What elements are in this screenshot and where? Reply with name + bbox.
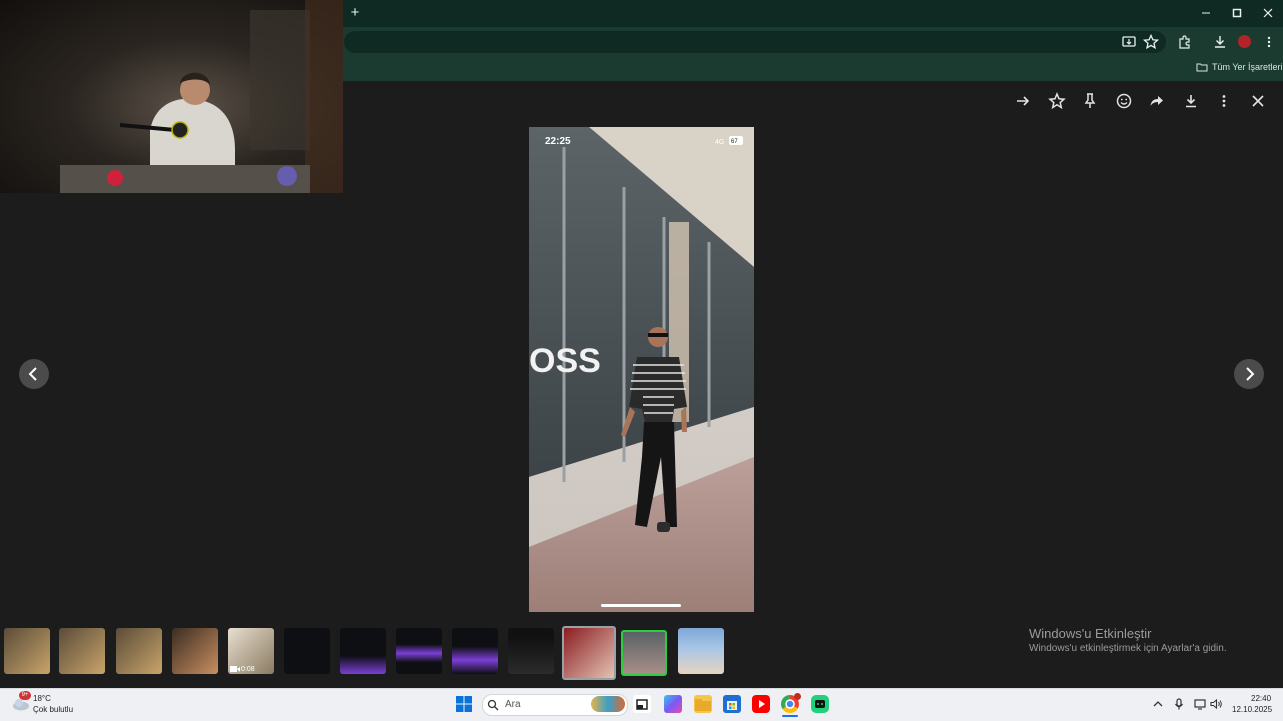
profile-avatar[interactable] xyxy=(1238,35,1251,48)
video-duration: 0:08 xyxy=(241,666,255,673)
filmstrip-thumbnail[interactable] xyxy=(396,628,442,674)
filmstrip-thumbnail[interactable] xyxy=(116,628,162,674)
search-placeholder: Ara xyxy=(505,699,521,710)
close-icon xyxy=(1263,8,1273,18)
arrow-right-icon xyxy=(1017,96,1030,106)
new-tab-button[interactable]: + xyxy=(348,5,362,21)
filmstrip-thumbnail[interactable] xyxy=(340,628,386,674)
forward-action-button[interactable] xyxy=(1013,91,1033,111)
all-bookmarks-label: Tüm Yer İşaretleri xyxy=(1212,62,1283,72)
photo-status-signal: 4G xyxy=(715,139,724,146)
close-icon xyxy=(1252,95,1264,107)
more-vert-icon xyxy=(1267,36,1271,48)
star-icon xyxy=(1142,33,1160,50)
extensions-button[interactable] xyxy=(1176,33,1194,51)
minimize-icon xyxy=(1202,12,1210,14)
close-window-button[interactable] xyxy=(1258,5,1278,21)
emoji-icon xyxy=(1116,93,1132,109)
install-app-button[interactable] xyxy=(1120,33,1138,51)
pin-icon xyxy=(1084,93,1096,108)
task-view-icon xyxy=(636,699,648,710)
folder-icon xyxy=(1196,63,1208,72)
download-action-button[interactable] xyxy=(1181,91,1201,111)
weather-badge: 9+ xyxy=(19,691,31,700)
download-icon xyxy=(1215,36,1225,48)
folder-icon xyxy=(695,699,711,711)
filmstrip-thumbnail-selected[interactable] xyxy=(562,626,616,680)
close-viewer-button[interactable] xyxy=(1248,91,1268,111)
clock-time[interactable]: 22:40 xyxy=(1251,694,1271,703)
task-view-button[interactable] xyxy=(633,695,651,713)
chevron-up-icon xyxy=(1153,701,1163,707)
speaker-icon xyxy=(1210,698,1222,710)
youtube-app[interactable] xyxy=(752,695,770,713)
photo-status-battery: 67 xyxy=(731,139,738,145)
filmstrip-thumbnail[interactable] xyxy=(452,628,498,674)
puzzle-icon xyxy=(1179,35,1190,49)
restore-button[interactable] xyxy=(1227,5,1247,21)
show-hidden-icons-button[interactable] xyxy=(1151,697,1165,711)
store-icon xyxy=(727,701,737,710)
filmstrip-thumbnail[interactable] xyxy=(678,628,724,674)
minimize-button[interactable] xyxy=(1196,5,1216,21)
more-options-button[interactable] xyxy=(1214,91,1234,111)
star-icon xyxy=(1048,92,1066,110)
microphone-icon xyxy=(1175,698,1183,710)
filmstrip-thumbnail[interactable] xyxy=(284,628,330,674)
photo-status-time: 22:25 xyxy=(545,136,571,147)
play-icon xyxy=(759,700,765,708)
webcam-overlay xyxy=(0,0,343,193)
bookmark-star-button[interactable] xyxy=(1142,33,1160,51)
search-highlight-icon xyxy=(591,696,625,712)
chevron-left-icon xyxy=(28,367,37,381)
photo-scene: OSS 22:25 4G 67 xyxy=(529,127,754,612)
favorite-action-button[interactable] xyxy=(1047,91,1067,111)
activation-watermark-subtitle: Windows'u etkinleştirmek için Ayarlar'a … xyxy=(1029,643,1227,654)
chat-bot-icon xyxy=(815,700,825,708)
microphone-tray[interactable] xyxy=(1172,697,1186,711)
filmstrip-thumbnail[interactable] xyxy=(4,628,50,674)
downloads-button[interactable] xyxy=(1211,33,1229,51)
browser-menu-button[interactable] xyxy=(1260,33,1278,51)
start-button[interactable] xyxy=(455,695,473,713)
filmstrip-thumbnail[interactable] xyxy=(59,628,105,674)
share-icon xyxy=(1150,96,1163,106)
react-action-button[interactable] xyxy=(1114,91,1134,111)
filmstrip-thumbnail[interactable] xyxy=(172,628,218,674)
storefront-text: OSS xyxy=(529,342,601,380)
weather-description: Çok bulutlu xyxy=(33,705,74,714)
address-bar[interactable] xyxy=(344,31,1166,53)
filmstrip-thumbnail-current[interactable] xyxy=(621,630,667,676)
download-icon xyxy=(1186,95,1196,108)
file-explorer-app[interactable] xyxy=(694,695,712,713)
volume-tray[interactable] xyxy=(1209,697,1223,711)
more-vert-icon xyxy=(1222,95,1226,107)
windows-logo-icon xyxy=(456,696,472,712)
share-action-button[interactable] xyxy=(1147,91,1167,111)
weather-temperature: 18°C xyxy=(33,694,51,703)
all-bookmarks-folder[interactable]: Tüm Yer İşaretleri xyxy=(1196,60,1283,74)
copilot-app[interactable] xyxy=(664,695,682,713)
activation-watermark-title: Windows'u Etkinleştir xyxy=(1029,626,1152,641)
main-photo: OSS 22:25 4G 67 xyxy=(529,127,754,612)
active-app-indicator xyxy=(782,715,798,717)
network-tray[interactable] xyxy=(1193,697,1207,711)
restore-icon xyxy=(1232,8,1242,18)
filmstrip-thumbnail[interactable] xyxy=(508,628,554,674)
microsoft-store-app[interactable] xyxy=(723,695,741,713)
clock-date[interactable]: 12.10.2025 xyxy=(1232,705,1272,714)
chrome-notification-dot xyxy=(794,693,801,700)
monitor-network-icon xyxy=(1194,699,1206,710)
chat-app[interactable] xyxy=(811,695,829,713)
next-photo-button[interactable] xyxy=(1234,359,1264,389)
chevron-right-icon xyxy=(1246,367,1255,381)
filmstrip-video-thumbnail[interactable]: 0:08 xyxy=(228,628,274,674)
install-app-icon xyxy=(1122,36,1136,47)
streamer-figure xyxy=(60,0,343,193)
search-icon xyxy=(487,698,499,711)
pin-action-button[interactable] xyxy=(1080,91,1100,111)
previous-photo-button[interactable] xyxy=(19,359,49,389)
